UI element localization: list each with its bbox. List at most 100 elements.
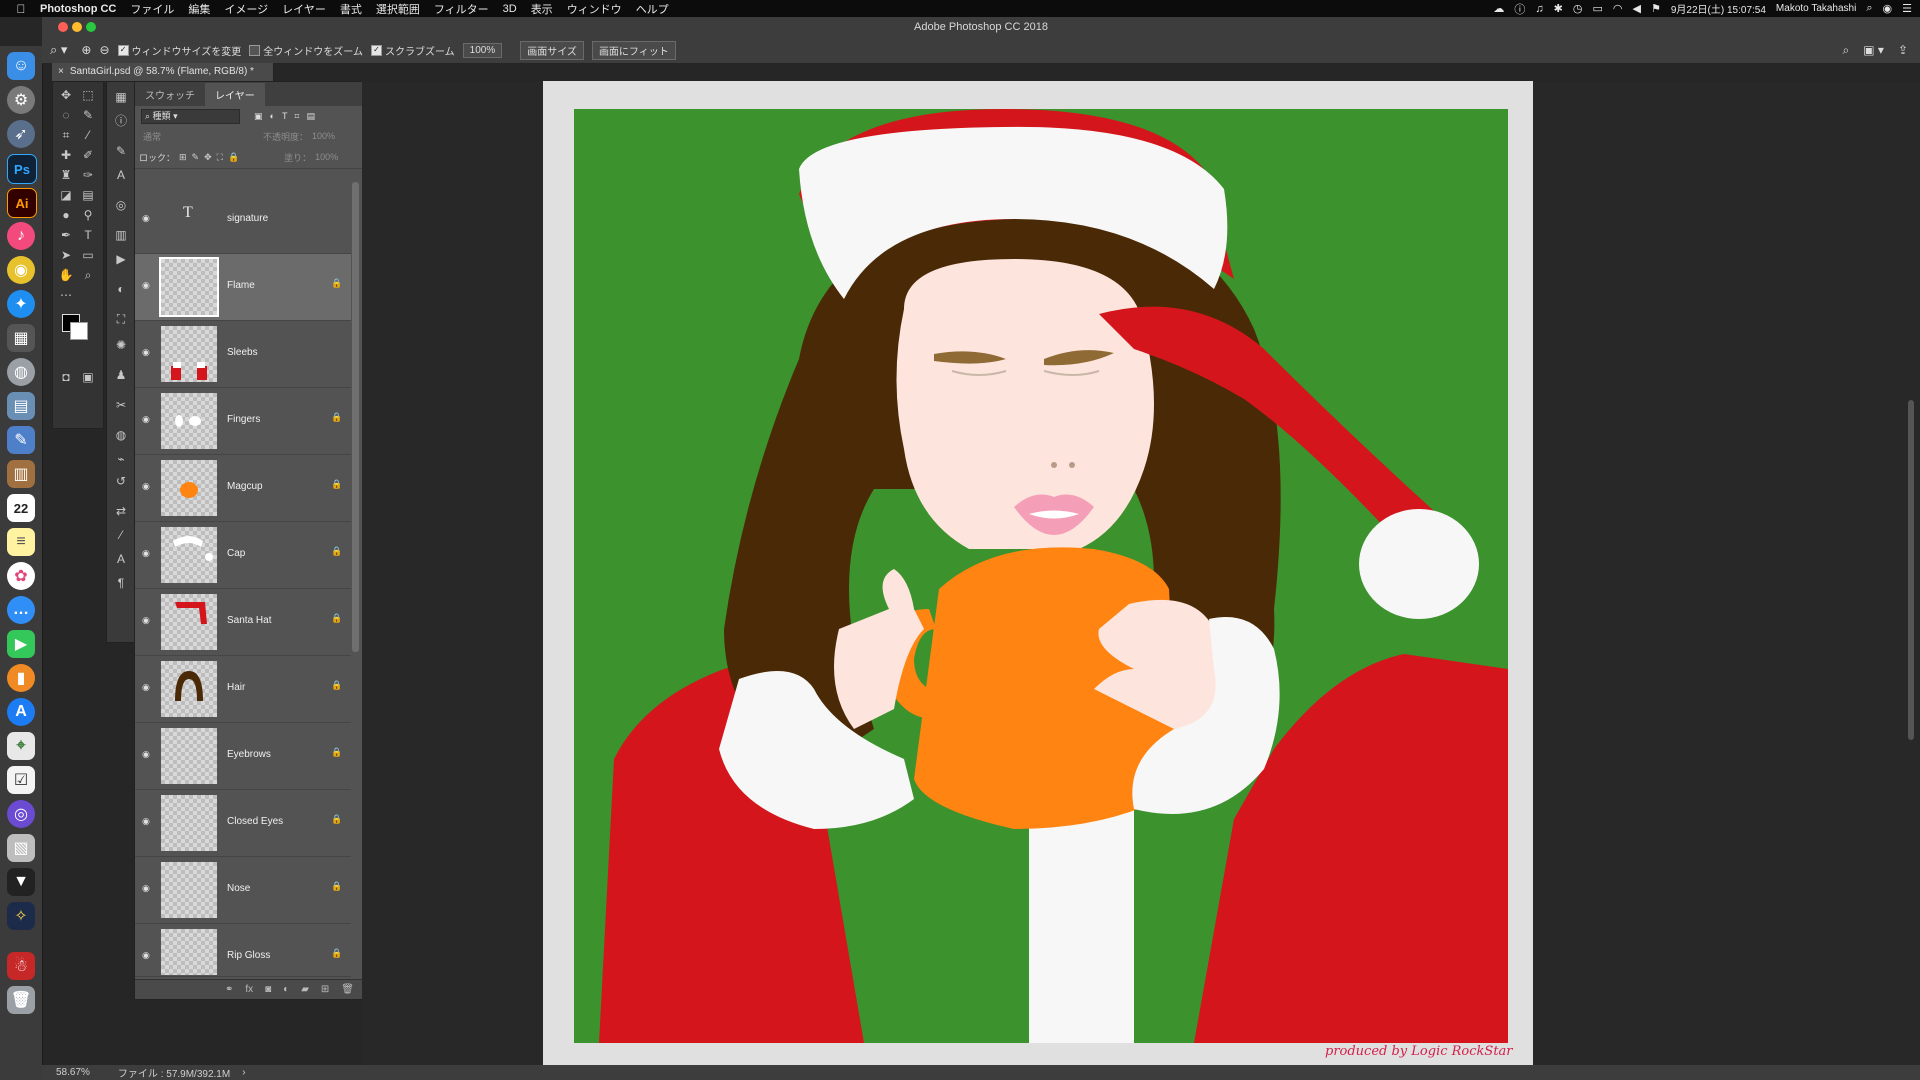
ibooks-icon[interactable]: ▮	[7, 664, 35, 692]
delete-layer-icon[interactable]: 🗑	[341, 984, 354, 995]
eyedropper-tool-icon[interactable]: ⁄	[78, 126, 98, 144]
close-tab-icon[interactable]: ×	[58, 66, 64, 77]
notebook-icon[interactable]: ▥	[7, 460, 35, 488]
visibility-eye-icon[interactable]: ◉	[142, 816, 150, 827]
archive-utility-icon[interactable]: ▧	[7, 834, 35, 862]
finder-icon[interactable]: ☺	[7, 52, 35, 80]
maps-icon[interactable]: ⌖	[7, 732, 35, 760]
photos-library-icon[interactable]: ▦	[7, 324, 35, 352]
new-layer-icon[interactable]: ⊞	[321, 984, 329, 995]
paragraph-styles-icon[interactable]: A	[111, 550, 131, 568]
notification-center-icon[interactable]: ☰	[1902, 2, 1912, 15]
history-brush-icon[interactable]: ✑	[78, 166, 98, 184]
visibility-eye-icon[interactable]: ◉	[142, 615, 150, 626]
layer-row-closed-eyes[interactable]: ◉ Closed Eyes 🔒	[135, 790, 351, 857]
menu-layer[interactable]: レイヤー	[282, 1, 326, 17]
layer-row-santa-hat[interactable]: ◉ Santa Hat 🔒	[135, 589, 351, 656]
time-machine-icon[interactable]: ◷	[1573, 2, 1583, 15]
brush-panel-icon[interactable]: ✎	[111, 142, 131, 160]
calendar-icon[interactable]: 22	[7, 494, 35, 522]
workspace-icon[interactable]: ▣ ▾	[1863, 43, 1884, 58]
disk-utility-icon[interactable]: ◍	[7, 358, 35, 386]
search-icon[interactable]: ⌕	[1843, 43, 1850, 58]
lock-icons[interactable]: ⊞✎✥⛶🔒	[179, 152, 244, 163]
info-panel-icon[interactable]: ⓘ	[111, 112, 131, 130]
navigator-icon[interactable]: ⛶	[111, 310, 131, 328]
zoom-100-button[interactable]: 100%	[462, 42, 503, 58]
visibility-eye-icon[interactable]: ◉	[142, 414, 150, 425]
fit-screen-button[interactable]: 画面サイズ	[520, 40, 584, 60]
info-icon[interactable]: ⓘ	[1514, 1, 1525, 17]
itunes-icon[interactable]: ♪	[7, 222, 35, 250]
clone-source-icon[interactable]: ♟	[111, 366, 131, 384]
gradient-tool-icon[interactable]: ▤	[78, 186, 98, 204]
visibility-eye-icon[interactable]: ◉	[142, 950, 150, 961]
app-store-icon[interactable]: A	[7, 698, 35, 726]
eraser-tool-icon[interactable]: ◪	[56, 186, 76, 204]
visibility-eye-icon[interactable]: ◉	[142, 280, 150, 291]
pen-tool-icon[interactable]: ✒	[56, 226, 76, 244]
photoshop-icon[interactable]: Ps	[7, 154, 37, 184]
history-panel-icon[interactable]: ↺	[111, 472, 131, 490]
paragraph-panel-icon[interactable]: ¶	[111, 574, 131, 592]
marquee-tool-icon[interactable]: ⬚	[78, 86, 98, 104]
share-icon[interactable]: ⇪	[1898, 43, 1908, 58]
visibility-eye-icon[interactable]: ◉	[142, 481, 150, 492]
app-menu[interactable]: Photoshop CC	[40, 3, 116, 15]
background-color-swatch[interactable]	[70, 322, 88, 340]
visibility-eye-icon[interactable]: ◉	[142, 347, 150, 358]
layer-comps-icon[interactable]: ◎	[111, 196, 131, 214]
visibility-eye-icon[interactable]: ◉	[142, 213, 150, 224]
3d-panel-icon[interactable]: ◍	[111, 426, 131, 444]
blur-tool-icon[interactable]: ●	[56, 206, 76, 224]
channels-icon[interactable]: ▥	[111, 226, 131, 244]
more-tools-icon[interactable]: ⋯	[56, 286, 76, 304]
system-preferences-icon[interactable]: ⚙	[7, 86, 35, 114]
layer-row-flame[interactable]: ◉ Flame 🔒	[135, 254, 351, 321]
zoom-tool-icon[interactable]: ⌕	[78, 266, 98, 284]
menu-image[interactable]: イメージ	[224, 1, 268, 17]
menu-window[interactable]: ウィンドウ	[567, 1, 622, 17]
canvas-scrollbar[interactable]	[1908, 400, 1914, 740]
menu-filter[interactable]: フィルター	[434, 1, 489, 17]
launchpad-icon[interactable]: ➶	[7, 120, 35, 148]
blend-mode-select[interactable]: 通常	[143, 130, 263, 143]
chrome-icon[interactable]: ◉	[7, 256, 35, 284]
menu-3d[interactable]: 3D	[503, 3, 517, 15]
timeline-icon[interactable]: ⇄	[111, 502, 131, 520]
visibility-eye-icon[interactable]: ◉	[142, 883, 150, 894]
tab-layers[interactable]: レイヤー	[205, 83, 265, 106]
adjustment-layer-icon[interactable]: ◐	[283, 984, 289, 995]
zoom-all-checkbox[interactable]: 全ウィンドウをズーム	[249, 43, 363, 58]
volume-icon[interactable]: ◀	[1633, 2, 1641, 15]
opacity-value[interactable]: 100%	[312, 131, 335, 141]
spotlight-icon[interactable]: ⌕	[1866, 2, 1872, 15]
clone-stamp-icon[interactable]: ♜	[56, 166, 76, 184]
flag-icon[interactable]: ⚑	[1651, 2, 1661, 15]
santa-girl-artwork[interactable]	[574, 109, 1508, 1043]
layer-row-cap[interactable]: ◉ Cap 🔒	[135, 522, 351, 589]
adjustments-icon[interactable]: ◐	[111, 280, 131, 298]
zoom-level[interactable]: 58.67%	[56, 1067, 90, 1078]
messages-icon[interactable]: …	[7, 596, 35, 624]
rectangle-tool-icon[interactable]: ▭	[78, 246, 98, 264]
menu-file[interactable]: ファイル	[130, 1, 174, 17]
preview-icon[interactable]: ▤	[7, 392, 35, 420]
layer-row-eyebrows[interactable]: ◉ Eyebrows 🔒	[135, 723, 351, 790]
brush-tool-icon[interactable]: ✐	[78, 146, 98, 164]
dodge-tool-icon[interactable]: ⚲	[78, 206, 98, 224]
photos-icon[interactable]: ✿	[7, 562, 35, 590]
path-select-icon[interactable]: ➤	[56, 246, 76, 264]
add-mask-icon[interactable]: ◙	[265, 984, 271, 995]
facetime-icon[interactable]: ▶	[7, 630, 35, 658]
apple-icon[interactable]: 	[14, 2, 28, 16]
layer-row-fingers[interactable]: ◉ Fingers 🔒	[135, 388, 351, 455]
menu-select[interactable]: 選択範囲	[376, 1, 420, 17]
type-tool-icon[interactable]: T	[78, 226, 98, 244]
image-capture-icon[interactable]: ✎	[7, 426, 35, 454]
safari-icon[interactable]: ✦	[7, 290, 35, 318]
zoom-out-icon[interactable]: ⊖	[99, 43, 109, 57]
new-group-icon[interactable]: ▰	[301, 984, 309, 995]
creative-cloud-icon[interactable]: ☁	[1493, 2, 1504, 15]
paths-panel-icon[interactable]: ⌁	[111, 450, 131, 468]
